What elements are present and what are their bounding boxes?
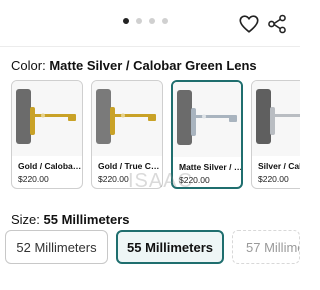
swatch-name: Gold / Calobar Green Lens [18,161,82,171]
product-thumbnail [252,81,300,156]
color-swatch-card[interactable]: Silver / Calobar Green Lens $220.00 [251,80,300,189]
swatch-name: Matte Silver / Calobar Green Lens [179,162,241,172]
size-option-button[interactable]: 57 Millimeters [232,230,300,264]
size-label-prefix: Size: [11,212,40,227]
swatch-name: Gold / True Color Lens [98,161,162,171]
sunglasses-image [16,89,76,144]
product-thumbnail [12,81,82,156]
selected-color-value: Matte Silver / Calobar Green Lens [49,58,257,73]
swatch-price: $220.00 [98,174,129,184]
share-icon[interactable] [266,13,288,35]
product-thumbnail [92,81,162,156]
size-option-button[interactable]: 52 Millimeters [5,230,108,264]
gallery-header [0,0,300,47]
gallery-dot[interactable] [123,18,129,24]
sunglasses-image [256,89,300,144]
size-selection-label: Size: 55 Millimeters [11,212,130,227]
product-thumbnail [173,82,241,157]
color-swatch-card[interactable]: Gold / Calobar Green Lens $220.00 [11,80,83,189]
sunglasses-image [177,90,237,145]
selected-size-value: 55 Millimeters [43,212,130,227]
size-option-button-selected[interactable]: 55 Millimeters [116,230,224,264]
heart-icon[interactable] [238,13,260,35]
swatch-name: Silver / Calobar Green Lens [258,161,300,171]
gallery-dot[interactable] [149,18,155,24]
swatch-price: $220.00 [179,175,210,185]
gallery-dot[interactable] [136,18,142,24]
color-label-prefix: Color: [11,58,46,73]
swatch-price: $220.00 [258,174,289,184]
swatch-price: $220.00 [18,174,49,184]
color-swatch-card[interactable]: Gold / True Color Lens $220.00 [91,80,163,189]
color-selection-label: Color: Matte Silver / Calobar Green Lens [11,58,257,73]
gallery-pagination [123,18,168,24]
color-swatch-carousel[interactable]: Gold / Calobar Green Lens $220.00 Gold /… [11,80,300,195]
color-swatch-card-selected[interactable]: Matte Silver / Calobar Green Lens $220.0… [171,80,243,189]
gallery-dot[interactable] [162,18,168,24]
sunglasses-image [96,89,156,144]
